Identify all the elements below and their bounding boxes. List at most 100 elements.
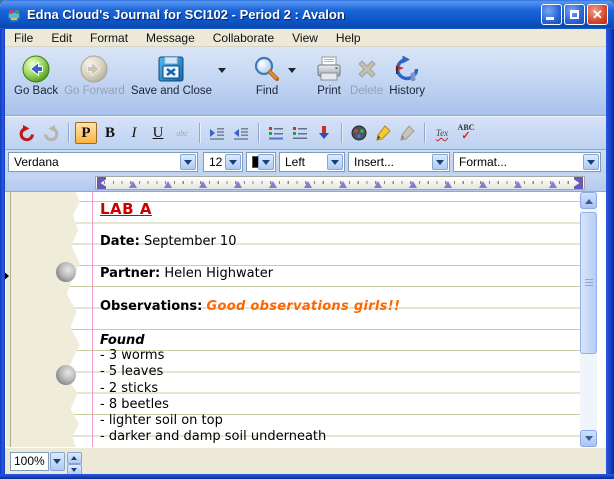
maximize-button[interactable] (564, 4, 585, 25)
alignment-select[interactable]: Left (279, 152, 345, 172)
paper-margin (6, 192, 82, 447)
menu-bar: File Edit Format Message Collaborate Vie… (5, 29, 606, 47)
bold-button[interactable]: B (99, 122, 121, 144)
menu-format[interactable]: Format (81, 30, 137, 46)
print-icon (314, 53, 344, 85)
close-button[interactable]: ✕ (587, 4, 608, 25)
save-and-close-menu-arrow[interactable] (218, 68, 226, 77)
zoom-dropdown-arrow[interactable] (50, 452, 65, 471)
highlighter-icon[interactable] (372, 122, 394, 144)
autocorrect-icon[interactable]: Tex (431, 122, 453, 144)
spellcheck-icon[interactable]: ABC ✓ (455, 122, 477, 144)
style-controls-bar: Verdana 12 Left Insert... Format... (5, 150, 606, 174)
increase-indent-icon[interactable] (206, 122, 228, 144)
chevron-down-icon[interactable] (432, 154, 448, 170)
clear-style-icon: abc (171, 122, 193, 144)
scroll-down-button[interactable] (580, 430, 597, 447)
chevron-down-icon[interactable] (258, 154, 274, 170)
binder-hole (56, 262, 76, 282)
history-icon (392, 53, 422, 85)
zoom-increase-arrow[interactable] (67, 452, 82, 464)
redo-icon (40, 122, 62, 144)
find-icon (252, 53, 282, 85)
chevron-down-icon[interactable] (327, 154, 343, 170)
main-toolbar: Go Back Go Forward (5, 47, 606, 116)
vertical-scrollbar[interactable] (580, 192, 597, 447)
menu-edit[interactable]: Edit (42, 30, 81, 46)
chevron-down-icon[interactable] (583, 154, 599, 170)
go-forward-label: Go Forward (64, 85, 125, 97)
chevron-down-icon[interactable] (225, 154, 241, 170)
found-heading: Found (100, 333, 145, 348)
paragraph-style-button[interactable]: P (75, 122, 97, 144)
numbered-list-icon[interactable] (265, 122, 287, 144)
scroll-up-button[interactable] (580, 192, 597, 209)
observations-value: Good observations girls!! (207, 299, 401, 314)
save-icon (156, 53, 186, 85)
find-button[interactable]: Find (249, 52, 285, 98)
status-bar: 100% (5, 447, 606, 474)
save-and-close-button[interactable]: Save and Close (128, 52, 215, 98)
menu-message[interactable]: Message (137, 30, 204, 46)
observations-label: Observations: (100, 299, 202, 314)
menu-collaborate[interactable]: Collaborate (204, 30, 283, 46)
go-back-icon (21, 53, 51, 85)
lab-title: LAB A (100, 200, 152, 218)
title-bar: Edna Cloud's Journal for SCI102 - Period… (0, 0, 614, 29)
found-item: - darker and damp soil underneath (100, 429, 326, 445)
menu-file[interactable]: File (5, 30, 42, 46)
zoom-spinner[interactable] (67, 452, 82, 471)
chevron-down-icon[interactable] (180, 154, 196, 170)
date-label: Date: (100, 234, 140, 249)
decrease-indent-icon[interactable] (230, 122, 252, 144)
window-title: Edna Cloud's Journal for SCI102 - Period… (27, 7, 539, 22)
font-family-value: Verdana (14, 155, 59, 169)
ruler-row (5, 174, 606, 192)
delete-button: Delete (347, 52, 386, 98)
delete-icon (352, 53, 382, 85)
find-label: Find (256, 85, 278, 97)
bullet-list-icon[interactable] (289, 122, 311, 144)
partner-line: Partner: Helen Highwater (100, 266, 273, 281)
app-icon[interactable] (6, 7, 22, 23)
editor-page[interactable]: LAB A Date: September 10 Partner: Helen … (5, 192, 606, 447)
application-window: Edna Cloud's Journal for SCI102 - Period… (0, 0, 614, 479)
font-family-select[interactable]: Verdana (8, 152, 198, 172)
partner-value: Helen Highwater (164, 266, 273, 281)
insert-below-icon[interactable] (313, 122, 335, 144)
ruler (95, 176, 585, 190)
found-item: - 8 beetles (100, 397, 326, 413)
pen-icon (396, 122, 418, 144)
found-item: - 2 sticks (100, 381, 326, 397)
formatting-toolbar: P B I U abc (5, 116, 606, 150)
font-size-select[interactable]: 12 (203, 152, 243, 172)
save-and-close-label: Save and Close (131, 85, 212, 97)
format-value: Format... (459, 155, 507, 169)
scrollbar-thumb[interactable] (580, 212, 597, 354)
text-color-select[interactable] (246, 152, 276, 172)
alignment-value: Left (285, 155, 305, 169)
format-select[interactable]: Format... (453, 152, 601, 172)
spellcheck-checkmark: ✓ (461, 132, 470, 141)
found-item: - 5 leaves (100, 364, 326, 380)
history-button[interactable]: History (386, 52, 428, 98)
minimize-button[interactable] (541, 4, 562, 25)
found-item: - lighter soil on top (100, 413, 326, 429)
go-forward-button: Go Forward (61, 52, 128, 98)
find-menu-arrow[interactable] (288, 68, 296, 77)
go-back-button[interactable]: Go Back (11, 52, 61, 98)
insert-select[interactable]: Insert... (348, 152, 450, 172)
found-list: - 3 worms - 5 leaves - 2 sticks - 8 beet… (100, 348, 326, 446)
italic-button[interactable]: I (123, 122, 145, 144)
window-border (606, 29, 614, 479)
found-item: - 3 worms (100, 348, 326, 364)
underline-button[interactable]: U (147, 122, 169, 144)
undo-icon[interactable] (16, 122, 38, 144)
menu-help[interactable]: Help (327, 30, 370, 46)
delete-label: Delete (350, 85, 383, 97)
print-button[interactable]: Print (311, 52, 347, 98)
color-wheel-icon[interactable] (348, 122, 370, 144)
zoom-level-box[interactable]: 100% (10, 452, 49, 471)
history-label: History (389, 85, 425, 97)
menu-view[interactable]: View (283, 30, 327, 46)
